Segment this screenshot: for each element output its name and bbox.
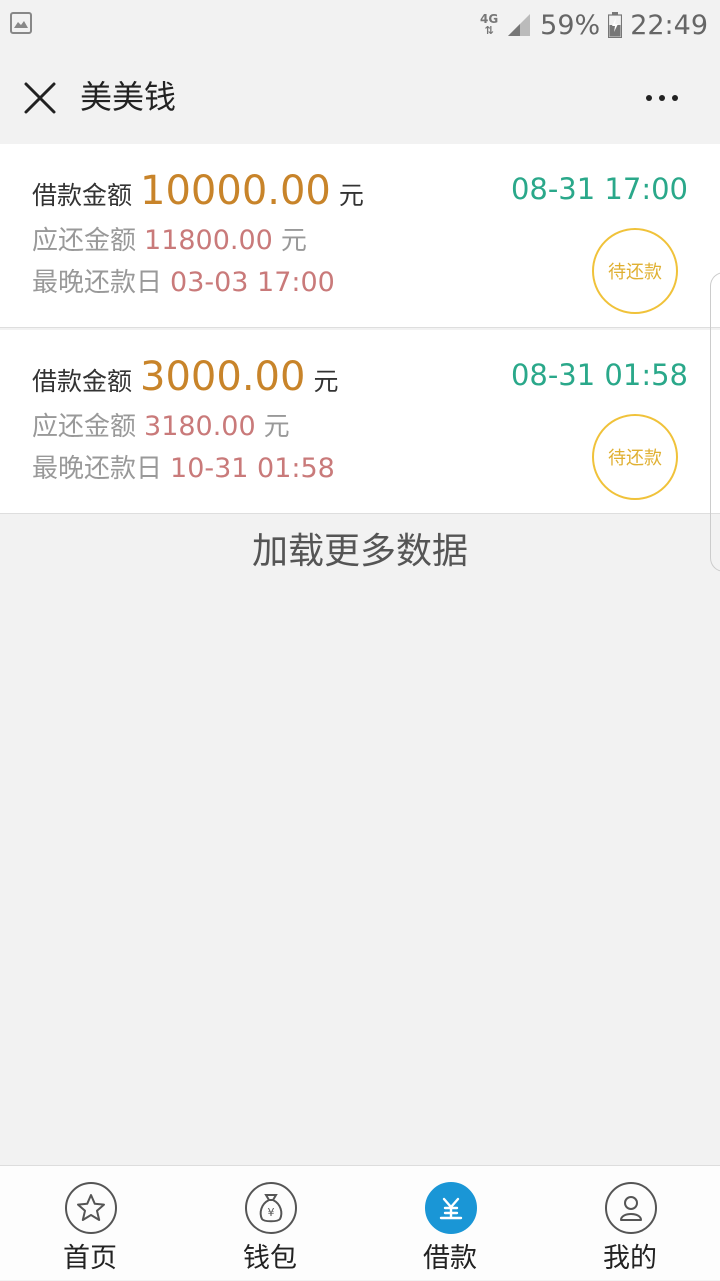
repay-amount-row: 应还金额 11800.00 元 [32,220,307,257]
clock: 22:49 [630,9,708,41]
repay-amount-label: 应还金额 [32,412,137,442]
repay-amount-row: 应还金额 3180.00 元 [32,406,290,443]
repay-amount-label: 应还金额 [32,226,137,256]
page-title: 美美钱 [80,78,177,116]
loan-card[interactable]: 借款金额 3000.00 元 08-31 01:58 应还金额 3180.00 … [0,330,720,514]
status-badge[interactable]: 待还款 [592,228,678,314]
user-icon[interactable] [605,1182,657,1234]
status-badge[interactable]: 待还款 [592,414,678,500]
loan-amount-unit: 元 [338,181,364,210]
tab-wallet[interactable]: ¥ 钱包 [180,1166,360,1281]
money-bag-icon[interactable]: ¥ [245,1182,297,1234]
network-type-icon: 4G ⇅ [479,12,499,37]
tab-home[interactable]: 首页 [0,1166,180,1281]
gallery-notification-icon [10,12,32,34]
loan-amount-value: 10000.00 [140,168,331,214]
due-date-value: 10-31 01:58 [170,453,335,484]
tab-label: 我的 [603,1243,657,1274]
bottom-tab-bar: 首页 ¥ 钱包 借款 我的 [0,1165,720,1280]
due-date-value: 03-03 17:00 [170,267,335,298]
tab-label: 借款 [423,1243,477,1274]
tab-loan[interactable]: 借款 [360,1166,540,1281]
loan-amount-row: 借款金额 10000.00 元 [32,168,364,214]
due-date-row: 最晚还款日 10-31 01:58 [32,448,335,485]
loan-amount-row: 借款金额 3000.00 元 [32,354,338,400]
repay-amount-value: 3180.00 [144,411,256,442]
tab-label: 钱包 [243,1243,297,1274]
loan-yen-icon[interactable] [425,1182,477,1234]
loan-amount-label: 借款金额 [32,367,133,396]
loan-amount-label: 借款金额 [32,181,133,210]
star-icon[interactable] [65,1182,117,1234]
loan-date: 08-31 17:00 [510,172,688,206]
close-button[interactable] [18,76,62,120]
loan-date: 08-31 01:58 [510,358,688,392]
battery-percent: 59% [540,9,601,41]
status-right-group: 4G ⇅ 59% 22:49 [480,7,708,43]
signal-icon [508,14,531,36]
due-date-label: 最晚还款日 [32,268,163,298]
loan-card[interactable]: 借款金额 10000.00 元 08-31 17:00 应还金额 11800.0… [0,144,720,328]
load-more-button[interactable]: 加载更多数据 [0,522,720,574]
loan-amount-unit: 元 [313,367,339,396]
repay-amount-unit: 元 [280,226,307,256]
title-bar: 美美钱 [0,50,720,144]
status-bar: 4G ⇅ 59% 22:49 [0,0,720,50]
due-date-label: 最晚还款日 [32,454,163,484]
scroll-indicator [710,272,720,572]
more-dots-icon[interactable] [646,95,652,101]
due-date-row: 最晚还款日 03-03 17:00 [32,262,335,299]
svg-text:¥: ¥ [268,1206,275,1219]
loan-amount-value: 3000.00 [140,354,306,400]
repay-amount-value: 11800.00 [144,225,273,256]
tab-mine[interactable]: 我的 [540,1166,720,1281]
repay-amount-unit: 元 [263,412,290,442]
more-menu-button[interactable] [632,76,692,120]
close-icon[interactable] [18,76,62,120]
tab-label: 首页 [63,1243,117,1274]
battery-icon [608,12,623,39]
